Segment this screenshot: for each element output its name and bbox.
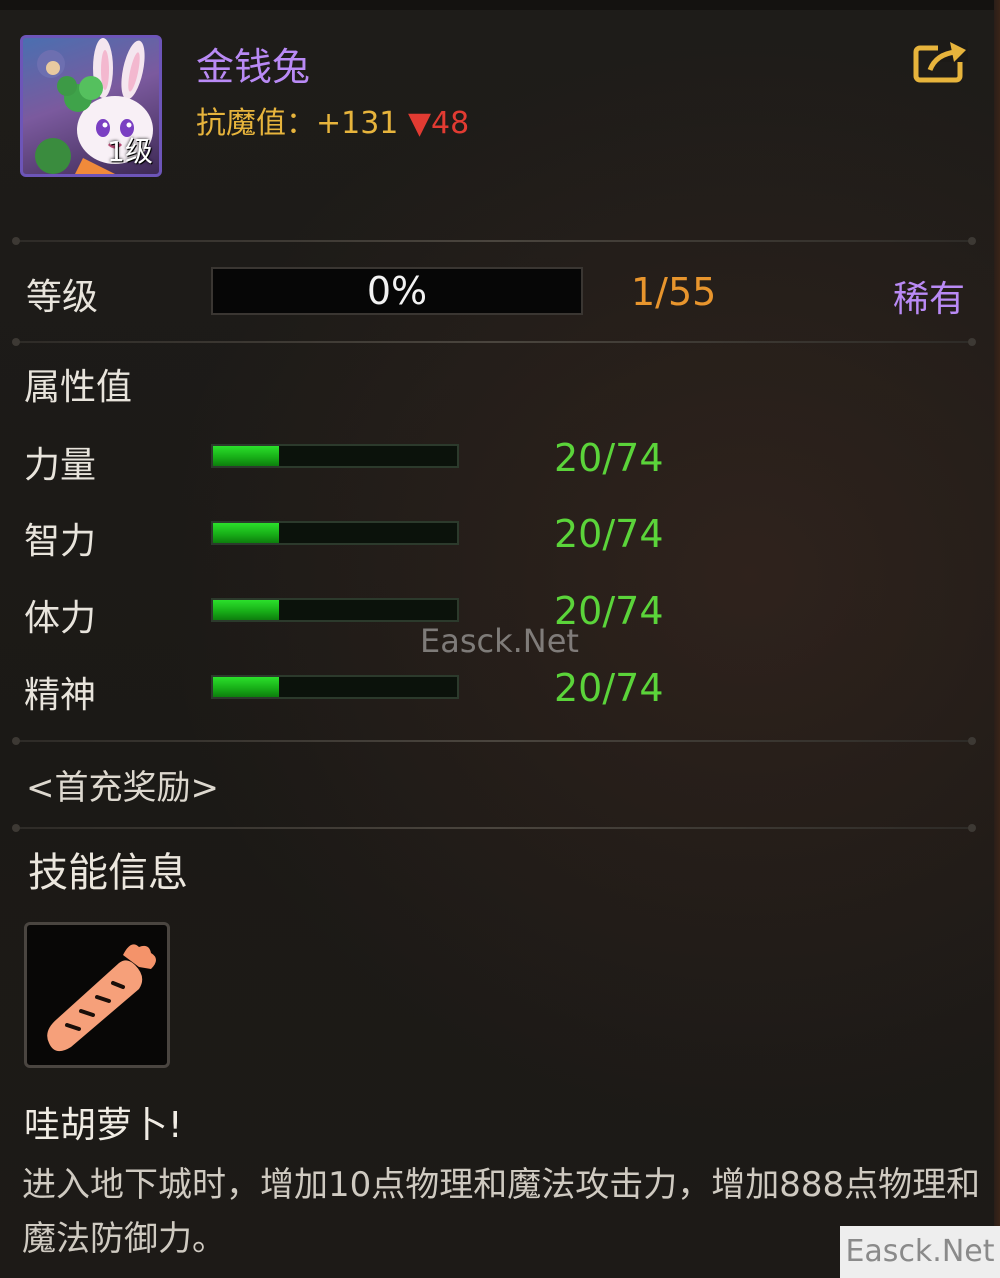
stat-value-spirit: 20/74 — [554, 666, 664, 710]
stat-fill — [213, 523, 279, 543]
stat-fill — [213, 677, 279, 697]
stat-label-intelligence: 智力 — [24, 521, 97, 562]
avatar-level-badge: 1级 — [107, 135, 153, 168]
stat-label-strength: 力量 — [24, 445, 97, 486]
pet-avatar[interactable]: 1级 — [20, 35, 162, 177]
stat-bar-intelligence — [211, 521, 459, 545]
divider — [12, 338, 976, 346]
resist-label: 抗魔值： — [196, 106, 316, 141]
pet-info-panel: 1级 金钱兔 抗魔值：+131 ▼48 等级 0% 1/55 稀有 属性值 力量… — [0, 0, 1000, 1278]
share-export-button[interactable] — [912, 38, 970, 84]
stat-bar-stamina — [211, 598, 459, 622]
stat-label-stamina: 体力 — [24, 598, 97, 639]
stat-value-intelligence: 20/74 — [554, 512, 664, 556]
skill-description: 进入地下城时，增加10点物理和魔法攻击力，增加888点物理和魔法防御力。 — [22, 1165, 981, 1259]
level-label: 等级 — [26, 277, 99, 318]
first-charge-reward-link[interactable]: <首充奖励> — [26, 760, 219, 809]
level-progress-bar: 0% — [211, 267, 583, 315]
divider — [12, 237, 976, 245]
magic-resist-line: 抗魔值：+131 ▼48 — [196, 98, 469, 142]
level-count: 1/55 — [631, 270, 717, 314]
skill-name: 哇胡萝卜! — [24, 1105, 183, 1146]
divider — [12, 824, 976, 832]
stat-bar-spirit — [211, 675, 459, 699]
level-progress-text: 0% — [366, 269, 428, 313]
corner-watermark: Easck.Net — [840, 1226, 1000, 1278]
attributes-title: 属性值 — [24, 367, 133, 408]
rarity-label: 稀有 — [893, 279, 966, 320]
pet-name: 金钱兔 — [196, 45, 311, 89]
skill-section-title: 技能信息 — [28, 850, 188, 896]
stat-fill — [213, 446, 279, 466]
resist-value: +131 — [316, 106, 399, 141]
divider — [12, 737, 976, 745]
watermark: Easck.Net — [420, 622, 579, 660]
top-strip — [0, 0, 1000, 10]
stat-bar-strength — [211, 444, 459, 468]
stat-value-strength: 20/74 — [554, 436, 664, 480]
resist-change: ▼48 — [407, 106, 470, 141]
panel-edge — [994, 0, 1000, 1278]
carrot-icon — [47, 944, 156, 1052]
stat-label-spirit: 精神 — [24, 675, 97, 716]
skill-icon-button[interactable] — [24, 922, 170, 1068]
stat-fill — [213, 600, 279, 620]
share-export-icon — [913, 40, 968, 83]
